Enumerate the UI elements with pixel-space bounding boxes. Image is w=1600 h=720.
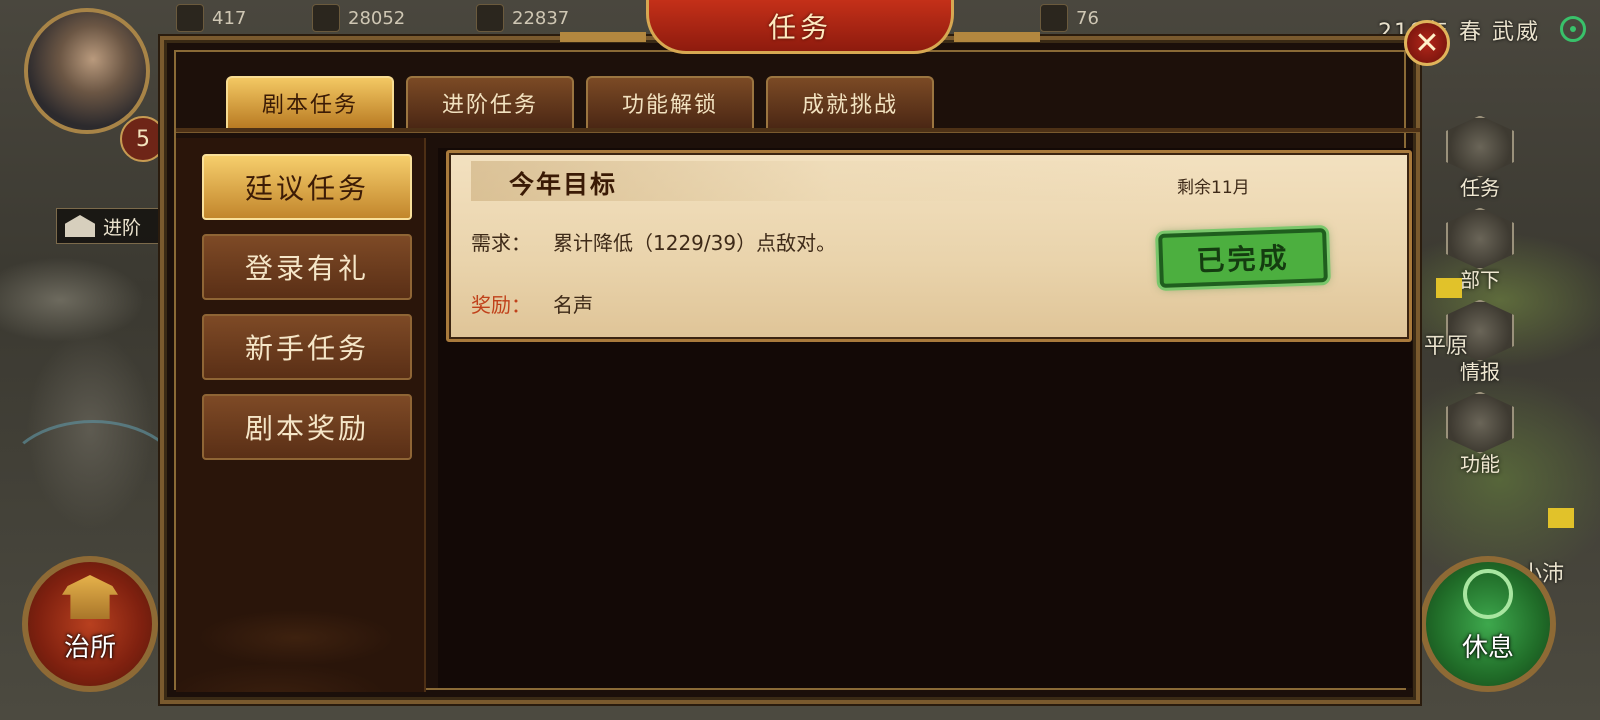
task-card: 今年目标 剩余11月 需求： 累计降低（1229/39）点敌对。 奖励： 名声 … (446, 150, 1412, 342)
map-label-pingyuan: 平原 (1424, 334, 1469, 359)
category-panel: 廷议任务 登录有礼 新手任务 剧本奖励 (176, 138, 426, 692)
side-item-tasks[interactable]: 任务 (1432, 112, 1528, 204)
tab-script-tasks[interactable]: 剧本任务 (226, 76, 394, 128)
title-ornament-right (954, 32, 1040, 42)
dialog-title: 任务 (646, 0, 954, 54)
category-script-rewards[interactable]: 剧本奖励 (202, 394, 412, 460)
stat-4: 76 (1040, 0, 1099, 36)
tab-feature-unlock[interactable]: 功能解锁 (586, 76, 754, 128)
dragon-icon (1463, 569, 1513, 619)
category-login-gift[interactable]: 登录有礼 (202, 234, 412, 300)
advance-tag-label: 进阶 (103, 216, 142, 239)
office-button[interactable]: 治所 (22, 556, 158, 692)
resource-icon (176, 4, 204, 32)
advance-tag[interactable]: 进阶 (56, 208, 176, 244)
signal-icon (1560, 16, 1586, 42)
tab-achievements[interactable]: 成就挑战 (766, 76, 934, 128)
reward-text: 名声 (553, 293, 593, 317)
tab-advanced-tasks[interactable]: 进阶任务 (406, 76, 574, 128)
palace-icon (62, 575, 118, 619)
category-court-tasks[interactable]: 廷议任务 (202, 154, 412, 220)
resource-icon (1040, 4, 1068, 32)
tab-divider (176, 128, 1420, 133)
task-title: 今年目标 (509, 170, 618, 199)
category-novice-tasks[interactable]: 新手任务 (202, 314, 412, 380)
stat-3: 22837 (476, 0, 569, 36)
stat-1: 417 (176, 0, 246, 36)
gate-icon (65, 215, 95, 237)
office-button-label: 治所 (63, 633, 116, 663)
scroll-icon (1446, 115, 1514, 178)
gear-icon (1446, 391, 1514, 454)
rest-button[interactable]: 休息 (1420, 556, 1556, 692)
reward-label: 奖励： (471, 293, 531, 317)
requirement-text: 累计降低（1229/39）点敌对。 (553, 231, 837, 255)
flag-icon (1548, 508, 1574, 528)
requirement-label: 需求： (471, 231, 531, 255)
player-avatar[interactable] (24, 8, 150, 134)
completed-stamp: 已完成 (1158, 228, 1328, 288)
side-item-functions[interactable]: 功能 (1432, 388, 1528, 480)
helmet-icon (1446, 207, 1514, 270)
resource-icon (312, 4, 340, 32)
tab-bar: 剧本任务 进阶任务 功能解锁 成就挑战 (226, 76, 934, 128)
flag-icon (1436, 278, 1462, 298)
title-ornament-left (560, 32, 646, 42)
stat-2: 28052 (312, 0, 405, 36)
task-remaining: 剩余11月 (1177, 178, 1250, 198)
rest-button-label: 休息 (1461, 633, 1514, 663)
resource-icon (476, 4, 504, 32)
close-button[interactable]: ✕ (1404, 20, 1450, 66)
river-decoration (0, 420, 186, 546)
